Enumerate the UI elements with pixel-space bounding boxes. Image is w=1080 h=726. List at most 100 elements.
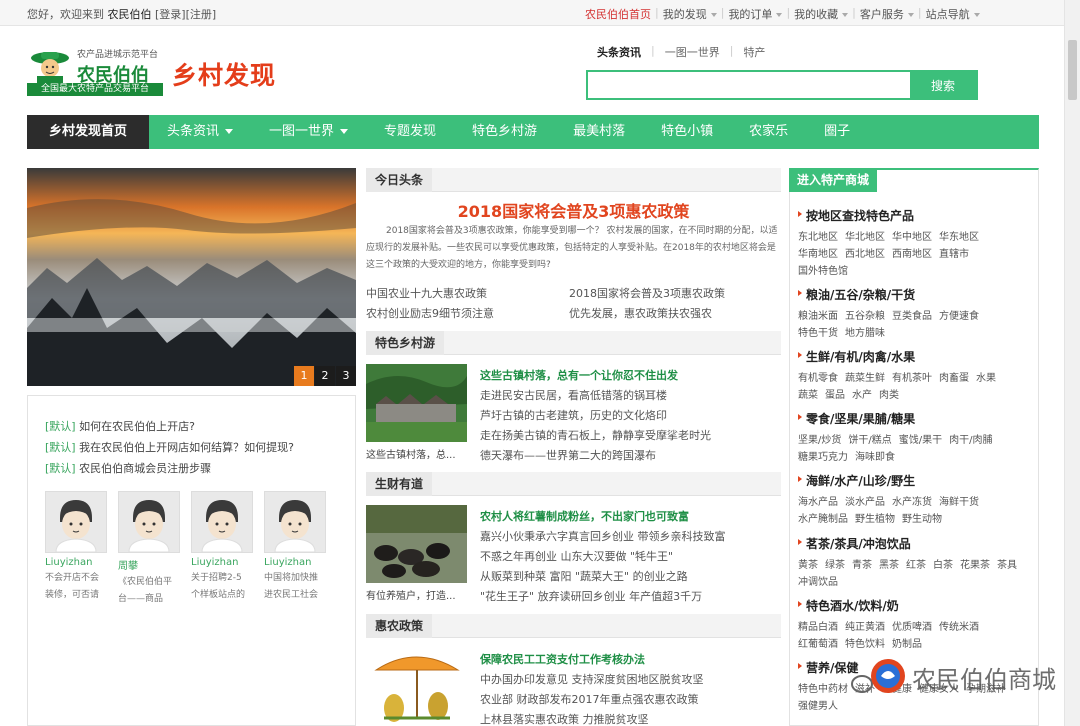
- notice-item[interactable]: [默认] 如何在农民伯伯上开店?: [45, 418, 195, 434]
- category-title[interactable]: 生鲜/有机/肉禽/水果: [798, 348, 1028, 365]
- category-link[interactable]: 西南地区: [892, 249, 932, 260]
- category-link[interactable]: 海味即食: [855, 452, 895, 463]
- category-link[interactable]: 淡水产品: [845, 497, 885, 508]
- category-link[interactable]: 蔬菜: [798, 390, 818, 401]
- category-link[interactable]: 强健男人: [798, 701, 838, 712]
- nav-item-villages[interactable]: 最美村落: [555, 115, 643, 149]
- feature-image[interactable]: [366, 648, 467, 726]
- category-link[interactable]: 蜜饯/果干: [899, 435, 942, 446]
- banner-page-1[interactable]: 1: [294, 366, 314, 386]
- top-link-site-nav[interactable]: 站点导航: [926, 6, 980, 22]
- category-link[interactable]: 方便速食: [939, 311, 979, 322]
- category-link[interactable]: 西北地区: [845, 249, 885, 260]
- register-link[interactable]: [注册]: [186, 8, 217, 21]
- nav-item-headline-news[interactable]: 头条资讯: [149, 115, 251, 149]
- feature-link[interactable]: 上林县落实惠农政策 力推脱贫攻坚: [480, 711, 649, 726]
- feature-link[interactable]: 德天瀑布——世界第二大的跨国瀑布: [480, 447, 656, 463]
- category-link[interactable]: 红茶: [906, 560, 926, 571]
- category-link[interactable]: 优质啤酒: [892, 622, 932, 633]
- category-title[interactable]: 粮油/五谷/杂粮/干货: [798, 286, 1028, 303]
- scrollbar-thumb[interactable]: [1068, 40, 1077, 100]
- category-link[interactable]: 华中地区: [892, 232, 932, 243]
- category-title[interactable]: 按地区查找特色产品: [798, 207, 1028, 224]
- top-link-service[interactable]: 客户服务: [860, 6, 914, 22]
- feature-link[interactable]: 不惑之年再创业 山东大汉要做 "牦牛王": [480, 548, 673, 564]
- category-link[interactable]: 黑茶: [879, 560, 899, 571]
- nav-item-picture-world[interactable]: 一图一世界: [251, 115, 366, 149]
- nav-item-rural-tour[interactable]: 特色乡村游: [454, 115, 555, 149]
- category-link[interactable]: 海鲜干货: [939, 497, 979, 508]
- category-link[interactable]: 地方腊味: [845, 328, 885, 339]
- category-link[interactable]: 坚果/炒货: [798, 435, 841, 446]
- search-input[interactable]: [588, 72, 910, 98]
- user-card[interactable]: 周攀 《农民伯伯平 台——商品: [118, 491, 180, 606]
- banner-page-3[interactable]: 3: [336, 366, 356, 386]
- category-link[interactable]: 华东地区: [939, 232, 979, 243]
- category-link[interactable]: 花果茶: [960, 560, 990, 571]
- search-tab-news[interactable]: 头条资讯: [597, 44, 641, 60]
- category-link[interactable]: 特色干货: [798, 328, 838, 339]
- category-title[interactable]: 零食/坚果/果脯/糖果: [798, 410, 1028, 427]
- headline-link[interactable]: 优先发展，惠农政策扶农强农: [569, 305, 712, 321]
- user-card[interactable]: Liuyizhan 中国将加快推 进农民工社会: [264, 491, 326, 606]
- feature-title[interactable]: 农村人将红薯制成粉丝，不出家门也可致富: [480, 508, 689, 524]
- feature-image[interactable]: [366, 364, 467, 442]
- category-link[interactable]: 国外特色馆: [798, 266, 848, 277]
- category-title[interactable]: 特色酒水/饮料/奶: [798, 597, 1028, 614]
- category-title[interactable]: 茗茶/茶具/冲泡饮品: [798, 535, 1028, 552]
- category-link[interactable]: 野生动物: [902, 514, 942, 525]
- category-link[interactable]: 饼干/糕点: [848, 435, 891, 446]
- headline-link[interactable]: 农村创业励志9细节须注意: [366, 305, 494, 321]
- feature-caption[interactable]: 这些古镇村落，总...: [366, 446, 456, 461]
- category-link[interactable]: 绿茶: [825, 560, 845, 571]
- headline-title[interactable]: 2018国家将会普及3项惠农政策: [366, 198, 781, 222]
- category-link[interactable]: 华南地区: [798, 249, 838, 260]
- category-link[interactable]: 冲调饮品: [798, 577, 838, 588]
- category-link[interactable]: 有机茶叶: [892, 373, 932, 384]
- category-link[interactable]: 黄茶: [798, 560, 818, 571]
- category-link[interactable]: 肉畜蛋: [939, 373, 969, 384]
- notice-item[interactable]: [默认] 农民伯伯商城会员注册步骤: [45, 460, 211, 476]
- top-link-favorites[interactable]: 我的收藏: [794, 6, 849, 22]
- category-link[interactable]: 水果: [976, 373, 996, 384]
- category-link[interactable]: 蔬菜生鲜: [845, 373, 885, 384]
- feature-link[interactable]: 农业部 财政部发布2017年重点强农惠农政策: [480, 691, 699, 707]
- nav-item-farm-stay[interactable]: 农家乐: [731, 115, 806, 149]
- headline-link[interactable]: 中国农业十九大惠农政策: [366, 285, 487, 301]
- category-link[interactable]: 传统米酒: [939, 622, 979, 633]
- top-link-my-discover[interactable]: 我的发现: [663, 6, 717, 22]
- nav-item-towns[interactable]: 特色小镇: [643, 115, 731, 149]
- category-link[interactable]: 野生植物: [855, 514, 895, 525]
- category-link[interactable]: 有机零食: [798, 373, 838, 384]
- top-link-my-orders[interactable]: 我的订单: [728, 6, 783, 22]
- search-tab-specialty[interactable]: 特产: [743, 44, 765, 60]
- banner-carousel[interactable]: 1 2 3: [27, 168, 356, 386]
- feature-link[interactable]: "花生王子" 放弃读研回乡创业 年产值超3千万: [480, 588, 702, 604]
- category-link[interactable]: 糖果巧克力: [798, 452, 848, 463]
- feature-caption[interactable]: 有位养殖户，打造...: [366, 587, 456, 602]
- feature-title[interactable]: 这些古镇村落，总有一个让你忍不住出发: [480, 367, 678, 383]
- nav-item-circle[interactable]: 圈子: [806, 115, 868, 149]
- feature-link[interactable]: 中办国办印发意见 支持深度贫困地区脱贫攻坚: [480, 671, 704, 687]
- category-link[interactable]: 红葡萄酒: [798, 639, 838, 650]
- category-link[interactable]: 奶制品: [892, 639, 922, 650]
- feature-link[interactable]: 从贩菜到种菜 富阳 "蔬菜大王" 的创业之路: [480, 568, 688, 584]
- category-link[interactable]: 直辖市: [939, 249, 969, 260]
- category-link[interactable]: 茶具: [997, 560, 1017, 571]
- category-link[interactable]: 特色中药材: [798, 684, 848, 695]
- category-link[interactable]: 纯正黄酒: [845, 622, 885, 633]
- category-link[interactable]: 粮油米面: [798, 311, 838, 322]
- feature-link[interactable]: 走在扬美古镇的青石板上，静静享受摩挲老时光: [480, 427, 711, 443]
- page-scrollbar[interactable]: [1064, 0, 1080, 726]
- category-link[interactable]: 华北地区: [845, 232, 885, 243]
- category-link[interactable]: 青茶: [852, 560, 872, 571]
- category-link[interactable]: 东北地区: [798, 232, 838, 243]
- category-link[interactable]: 肉干/肉脯: [949, 435, 992, 446]
- banner-page-2[interactable]: 2: [315, 366, 335, 386]
- category-title[interactable]: 海鲜/水产/山珍/野生: [798, 472, 1028, 489]
- login-link[interactable]: [登录]: [155, 8, 186, 21]
- headline-link[interactable]: 2018国家将会普及3项惠农政策: [569, 285, 725, 301]
- user-card[interactable]: Liuyizhan 不会开店不会 装修，可否请: [45, 491, 107, 606]
- category-link[interactable]: 水产: [852, 390, 872, 401]
- category-link[interactable]: 肉类: [879, 390, 899, 401]
